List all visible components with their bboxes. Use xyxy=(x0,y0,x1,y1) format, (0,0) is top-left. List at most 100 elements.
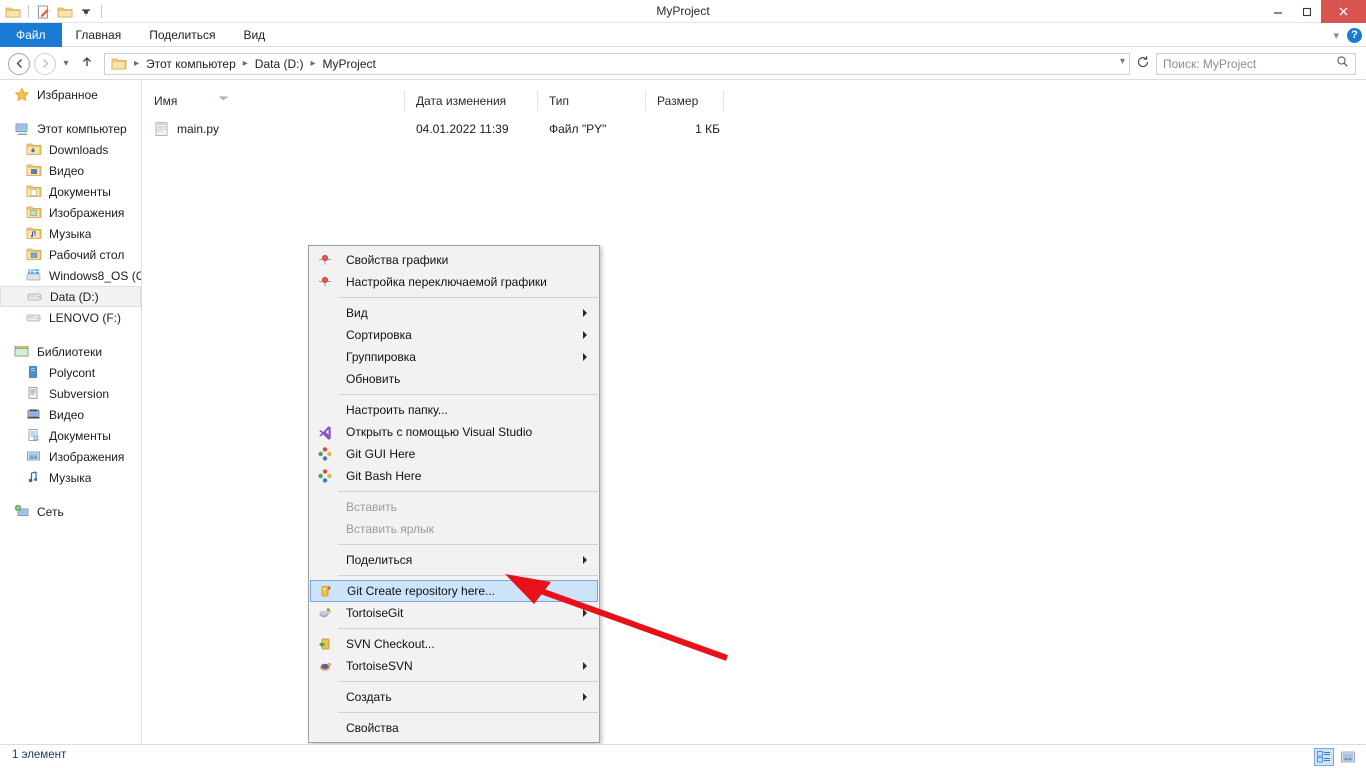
menu-item-tortoisegit[interactable]: TortoiseGit xyxy=(310,602,598,624)
menu-separator-8 xyxy=(309,712,598,713)
menu-item-properties[interactable]: Свойства xyxy=(310,717,598,739)
sidebar-item-this-pc[interactable]: Этот компьютер xyxy=(0,118,141,139)
menu-item-new[interactable]: Создать xyxy=(310,686,598,708)
maximize-button[interactable] xyxy=(1292,0,1321,23)
menu-item-svn-checkout[interactable]: SVN Checkout... xyxy=(310,633,598,655)
help-icon[interactable]: ? xyxy=(1347,27,1362,43)
sidebar-label-favorites: Избранное xyxy=(37,87,98,102)
up-button[interactable] xyxy=(76,55,98,72)
address-dropdown-icon[interactable]: ▾ xyxy=(1120,56,1125,67)
breadcrumb[interactable]: ▸ Этот компьютер ▸ Data (D:) ▸ MyProject… xyxy=(104,52,1130,75)
tab-share[interactable]: Поделиться xyxy=(135,23,229,47)
window-title: MyProject xyxy=(656,4,710,18)
tab-home[interactable]: Главная xyxy=(62,23,136,47)
menu-item-tortoisesvn[interactable]: TortoiseSVN xyxy=(310,655,598,677)
column-header-size[interactable]: Размер xyxy=(646,90,724,111)
menu-item-sort[interactable]: Сортировка xyxy=(310,324,598,346)
table-row[interactable]: main.py 04.01.2022 11:39 Файл "PY" 1 КБ xyxy=(143,118,1366,139)
menu-item-open-with-visual-studio[interactable]: Открыть с помощью Visual Studio xyxy=(310,421,598,443)
tab-file[interactable]: Файл xyxy=(0,23,62,47)
title-bar: MyProject xyxy=(0,0,1366,23)
column-headers: Имя Дата изменения Тип Размер xyxy=(143,90,1366,111)
sidebar-label-video-library: Видео xyxy=(49,407,85,422)
sidebar-label-libraries: Библиотеки xyxy=(37,344,103,359)
column-header-type[interactable]: Тип xyxy=(538,90,646,111)
sidebar-item-windows-drive[interactable]: Windows8_OS (C xyxy=(0,265,141,286)
sidebar-item-video-library[interactable]: Видео xyxy=(0,404,141,425)
navigation-pane[interactable]: Избранное Этот компьютер Downloads Видео xyxy=(0,80,142,744)
menu-item-customize-folder[interactable]: Настроить папку... xyxy=(310,399,598,421)
sidebar-item-music-library[interactable]: Музыка xyxy=(0,467,141,488)
nav-spacer-1 xyxy=(0,105,141,118)
menu-item-graphics-properties[interactable]: Свойства графики xyxy=(310,249,598,271)
sidebar-item-subversion[interactable]: Subversion xyxy=(0,383,141,404)
sidebar-label-subversion: Subversion xyxy=(49,386,110,401)
menu-label-properties: Свойства xyxy=(346,721,399,735)
sidebar-label-desktop: Рабочий стол xyxy=(49,247,125,262)
sidebar-item-pictures-library[interactable]: Изображения xyxy=(0,446,141,467)
breadcrumb-sep-1[interactable]: ▸ xyxy=(238,58,253,69)
refresh-button[interactable] xyxy=(1130,55,1156,72)
recent-locations-icon[interactable]: ▾ xyxy=(56,58,76,69)
menu-item-git-create-repository[interactable]: Git Create repository here... xyxy=(310,580,598,602)
sidebar-label-music: Музыка xyxy=(49,226,92,241)
sidebar-item-music[interactable]: Музыка xyxy=(0,223,141,244)
close-button[interactable] xyxy=(1321,0,1366,23)
sidebar-item-libraries[interactable]: Библиотеки xyxy=(0,341,141,362)
sidebar-item-lenovo-drive[interactable]: LENOVO (F:) xyxy=(0,307,141,328)
sidebar-label-video: Видео xyxy=(49,163,85,178)
status-bar: 1 элемент xyxy=(0,744,1366,768)
status-item-count: 1 элемент xyxy=(12,749,67,761)
menu-item-view[interactable]: Вид xyxy=(310,302,598,324)
menu-item-graphics-switch[interactable]: Настройка переключаемой графики xyxy=(310,271,598,293)
menu-label-git-gui-here: Git GUI Here xyxy=(346,447,416,461)
back-button[interactable] xyxy=(8,52,30,75)
menu-item-refresh[interactable]: Обновить xyxy=(310,368,598,390)
column-header-date[interactable]: Дата изменения xyxy=(405,90,538,111)
sidebar-label-pictures: Изображения xyxy=(49,205,125,220)
menu-item-share[interactable]: Поделиться xyxy=(310,549,598,571)
minimize-button[interactable] xyxy=(1263,0,1292,23)
details-view-icon[interactable] xyxy=(1314,748,1334,766)
large-icons-view-icon[interactable] xyxy=(1338,748,1358,766)
breadcrumb-item-2[interactable]: MyProject xyxy=(321,57,378,71)
submenu-arrow-icon xyxy=(583,309,587,317)
menu-label-graphics-switch: Настройка переключаемой графики xyxy=(346,275,547,289)
chevron-down-icon[interactable]: ▾ xyxy=(1333,29,1339,42)
menu-item-git-bash-here[interactable]: Git Bash Here xyxy=(310,465,598,487)
sidebar-item-network[interactable]: Сеть xyxy=(0,501,141,522)
sidebar-item-data-drive[interactable]: Data (D:) xyxy=(0,286,141,307)
breadcrumb-sep-2[interactable]: ▸ xyxy=(305,58,320,69)
sidebar-item-polycont[interactable]: Polycont xyxy=(0,362,141,383)
sidebar-item-downloads[interactable]: Downloads xyxy=(0,139,141,160)
menu-item-group[interactable]: Группировка xyxy=(310,346,598,368)
sidebar-item-desktop[interactable]: Рабочий стол xyxy=(0,244,141,265)
sidebar-item-favorites[interactable]: Избранное xyxy=(0,84,141,105)
sidebar-label-data-drive: Data (D:) xyxy=(50,289,99,304)
column-label-date: Дата изменения xyxy=(416,93,507,108)
sort-ascending-icon xyxy=(217,90,230,100)
file-name-cell[interactable]: main.py xyxy=(143,121,405,137)
sidebar-item-video[interactable]: Видео xyxy=(0,160,141,181)
sidebar-item-documents-library[interactable]: Документы xyxy=(0,425,141,446)
forward-button[interactable] xyxy=(34,52,56,75)
sidebar-item-pictures[interactable]: Изображения xyxy=(0,202,141,223)
submenu-arrow-icon xyxy=(583,693,587,701)
address-bar: ▾ ▸ Этот компьютер ▸ Data (D:) ▸ MyProje… xyxy=(0,48,1366,80)
breadcrumb-item-0[interactable]: Этот компьютер xyxy=(144,57,238,71)
menu-item-git-gui-here[interactable]: Git GUI Here xyxy=(310,443,598,465)
drive-icon xyxy=(26,310,44,326)
sidebar-label-lenovo-drive: LENOVO (F:) xyxy=(49,310,122,325)
sidebar-item-documents[interactable]: Документы xyxy=(0,181,141,202)
search-input[interactable]: Поиск: MyProject xyxy=(1156,52,1356,75)
column-header-name[interactable]: Имя xyxy=(143,90,405,111)
tab-view[interactable]: Вид xyxy=(229,23,279,47)
file-name-label: main.py xyxy=(177,121,220,136)
libraries-icon xyxy=(14,344,32,360)
search-icon[interactable] xyxy=(1336,55,1349,73)
sidebar-label-pictures-library: Изображения xyxy=(49,449,125,464)
breadcrumb-item-1[interactable]: Data (D:) xyxy=(253,57,306,71)
context-menu[interactable]: Свойства графики Настройка переключаемой… xyxy=(308,245,600,743)
video-library-icon xyxy=(26,407,44,423)
menu-icon-placeholder xyxy=(310,686,339,708)
